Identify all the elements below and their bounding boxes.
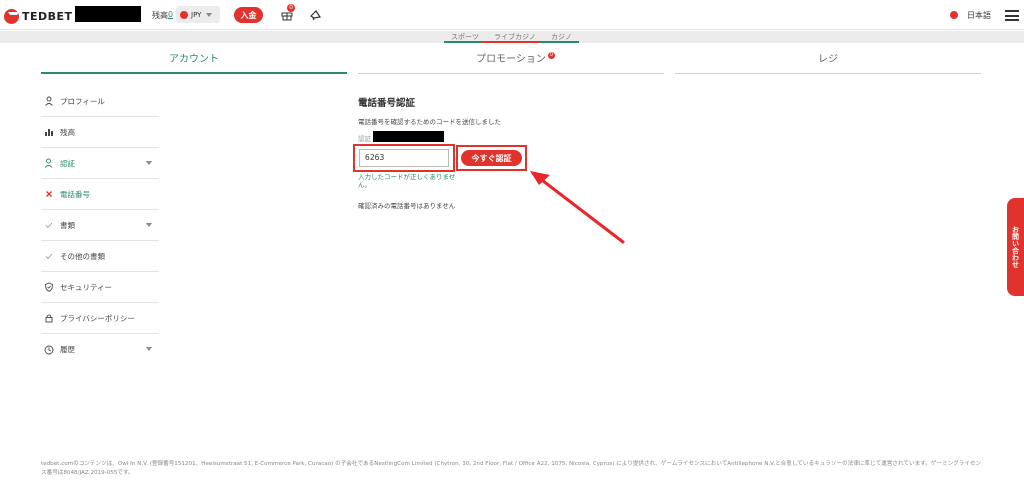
chevron-down-icon bbox=[146, 223, 152, 227]
check-icon bbox=[45, 253, 53, 260]
shield-icon bbox=[45, 282, 53, 292]
balance-value[interactable]: 0 bbox=[168, 10, 173, 19]
contact-us-tab[interactable]: お問い合わせ bbox=[1007, 198, 1024, 296]
sidebar-item-label: セキュリティー bbox=[60, 282, 113, 292]
deposit-button[interactable]: 入金 bbox=[234, 7, 263, 23]
redacted-phone-number bbox=[373, 131, 444, 142]
sidebar-item-history[interactable]: 履歴 bbox=[41, 334, 159, 365]
sidebar-item-label: その他の書類 bbox=[60, 251, 105, 261]
sidebar-item-label: 電話番号 bbox=[60, 189, 90, 199]
chart-bars-icon bbox=[45, 129, 53, 136]
sidebar-item-documents[interactable]: 書類 bbox=[41, 210, 159, 241]
sidebar-item-label: 認証 bbox=[60, 158, 75, 168]
promotions-badge: 0 bbox=[548, 52, 555, 59]
sidebar-item-phone[interactable]: 電話番号 bbox=[41, 179, 159, 210]
menu-icon[interactable] bbox=[1005, 10, 1019, 21]
tab-cashier[interactable]: レジ bbox=[675, 50, 981, 74]
verification-description: 電話番号を確認するためのコードを送信しました bbox=[358, 118, 501, 126]
chevron-down-icon bbox=[146, 347, 152, 351]
verify-now-button[interactable]: 今すぐ認証 bbox=[461, 150, 522, 166]
no-verified-phone-message: 確認済みの電話番号はありません bbox=[358, 202, 456, 210]
sidebar-item-label: 書類 bbox=[60, 220, 75, 230]
redacted-username bbox=[75, 6, 141, 22]
currency-select[interactable]: JPY bbox=[176, 6, 220, 23]
annotation-arrow-icon bbox=[530, 171, 625, 244]
tab-cashier-label: レジ bbox=[818, 54, 838, 65]
language-flag-icon[interactable] bbox=[950, 11, 958, 19]
sidebar-item-profile[interactable]: プロフィール bbox=[41, 86, 159, 117]
error-message: 入力したコードが正しくありません。 bbox=[358, 173, 456, 189]
sidebar-item-security[interactable]: セキュリティー bbox=[41, 272, 159, 303]
user-icon bbox=[45, 96, 53, 106]
logo-mark-icon bbox=[4, 8, 19, 24]
page: TEDBET 残高 0 JPY 入金 0 日本語 スポーツ ライブカジノ カジノ bbox=[0, 0, 1024, 493]
logo[interactable]: TEDBET bbox=[4, 8, 73, 24]
balance-label: 残高 bbox=[152, 11, 168, 20]
currency-flag-icon bbox=[180, 10, 188, 19]
top-bar: TEDBET 残高 0 JPY 入金 0 日本語 bbox=[0, 0, 1024, 30]
subnav-casino-indicator bbox=[539, 41, 579, 43]
chevron-down-icon bbox=[206, 12, 213, 17]
chevron-down-icon bbox=[146, 161, 152, 165]
currency-label: JPY bbox=[191, 10, 202, 19]
verification-code-input[interactable]: 6263 bbox=[359, 149, 449, 167]
logo-text: TEDBET bbox=[22, 9, 73, 23]
subnav-sports-indicator bbox=[444, 41, 482, 43]
tab-account-label: アカウント bbox=[169, 54, 219, 65]
phone-label: 認証 bbox=[358, 135, 371, 143]
language-selector[interactable]: 日本語 bbox=[967, 10, 991, 21]
subnav-live-indicator bbox=[482, 41, 539, 43]
sidebar-item-label: プロフィール bbox=[60, 96, 105, 106]
user-verify-icon bbox=[44, 158, 53, 168]
sidebar-item-other-documents[interactable]: その他の書類 bbox=[41, 241, 159, 272]
x-icon bbox=[46, 191, 52, 197]
sidebar-item-privacy-policy[interactable]: プライバシーポリシー bbox=[41, 303, 159, 334]
tab-promotions[interactable]: プロモーション bbox=[358, 50, 664, 74]
gift-badge: 0 bbox=[287, 4, 295, 12]
sidebar-item-label: 残高 bbox=[60, 127, 75, 137]
contact-us-label: お問い合わせ bbox=[1011, 226, 1020, 268]
lock-icon bbox=[45, 314, 53, 323]
verify-button-highlight: 今すぐ認証 bbox=[456, 145, 527, 171]
tab-account[interactable]: アカウント bbox=[41, 50, 347, 74]
sidebar-item-label: 履歴 bbox=[60, 345, 75, 354]
footer-legal-text: tedbet.comのコンテンツは、Owl In N.V. (登録番号15120… bbox=[41, 461, 982, 476]
sidebar-item-balance[interactable]: 残高 bbox=[41, 117, 159, 148]
announcement-icon[interactable] bbox=[309, 8, 322, 21]
check-icon bbox=[45, 222, 53, 229]
code-input-highlight: 6263 bbox=[353, 144, 455, 172]
sidebar-item-label: プライバシーポリシー bbox=[60, 313, 135, 323]
sidebar-item-verification[interactable]: 認証 bbox=[41, 148, 159, 179]
clock-icon bbox=[44, 345, 54, 354]
sub-nav: スポーツ ライブカジノ カジノ bbox=[0, 31, 1024, 43]
page-title: 電話番号認証 bbox=[358, 98, 416, 109]
sidebar: プロフィール 残高 認証 電話番号 書類 その他の書類 セキュリティー プライバ… bbox=[41, 86, 159, 365]
tab-promotions-label: プロモーション bbox=[476, 54, 546, 65]
